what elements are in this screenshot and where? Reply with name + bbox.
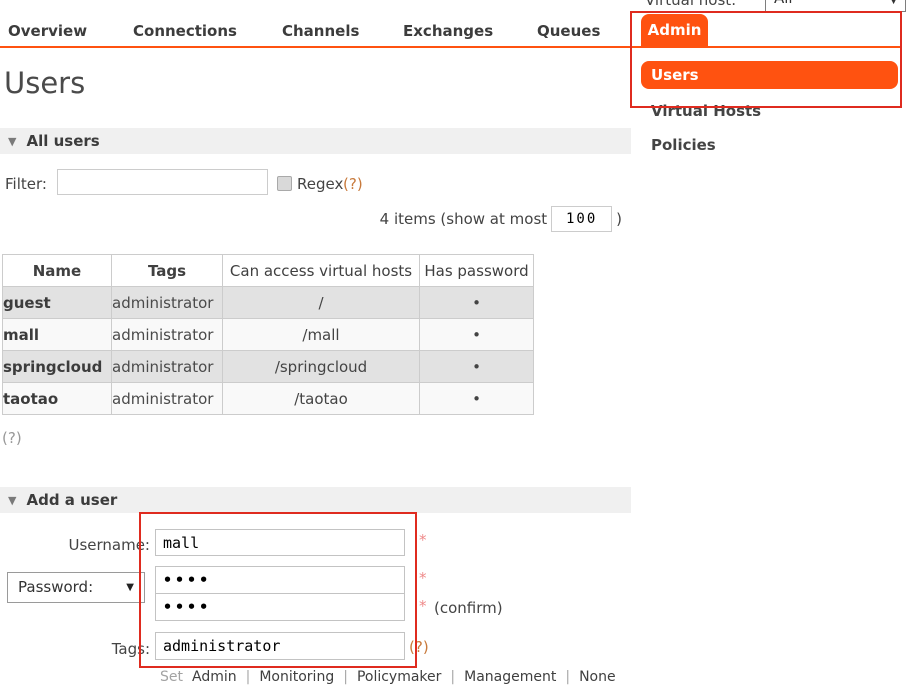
separator: |: [565, 669, 570, 685]
virtual-host-select[interactable]: All ▼: [765, 0, 906, 12]
user-has-password: •: [420, 319, 534, 351]
section-title: Add a user: [26, 491, 117, 509]
col-header-vhosts: Can access virtual hosts: [223, 255, 420, 287]
nav-tab-queues[interactable]: Queues: [537, 22, 600, 40]
tags-label: Tags:: [100, 640, 150, 658]
username-input[interactable]: [155, 529, 405, 556]
items-count-text: 4 items (show at most: [380, 210, 548, 228]
page-title: Users: [4, 66, 85, 100]
regex-help-link[interactable]: (?): [343, 175, 363, 193]
collapse-triangle-icon: ▼: [8, 494, 16, 507]
user-vhosts: /: [223, 287, 420, 319]
confirm-note: (confirm): [434, 599, 503, 617]
chevron-down-icon: ▼: [890, 0, 897, 6]
col-header-tags[interactable]: Tags: [112, 255, 223, 287]
table-help-link[interactable]: (?): [2, 429, 22, 447]
tag-link-management[interactable]: Management: [464, 669, 556, 685]
col-header-has-password: Has password: [420, 255, 534, 287]
nav-tab-connections[interactable]: Connections: [133, 22, 237, 40]
required-marker: *: [419, 569, 427, 587]
table-row: springcloud administrator /springcloud •: [3, 351, 534, 383]
separator: |: [246, 669, 251, 685]
tags-help-link[interactable]: (?): [409, 638, 429, 656]
tag-shortcuts-row: Set Admin | Monitoring | Policymaker | M…: [160, 669, 616, 685]
tag-link-monitoring[interactable]: Monitoring: [259, 669, 334, 685]
password-confirm-input[interactable]: [155, 593, 405, 621]
required-marker: *: [419, 531, 427, 549]
user-vhosts: /taotao: [223, 383, 420, 415]
nav-tab-channels[interactable]: Channels: [282, 22, 359, 40]
virtual-host-label: Virtual host:: [645, 0, 736, 9]
table-header-row: Name Tags Can access virtual hosts Has p…: [3, 255, 534, 287]
virtual-host-value: All: [774, 0, 793, 7]
user-name-link[interactable]: mall: [3, 319, 112, 351]
show-at-most-input[interactable]: [551, 206, 612, 232]
user-vhosts: /mall: [223, 319, 420, 351]
section-header-all-users[interactable]: ▼ All users: [0, 128, 631, 154]
user-tags: administrator: [112, 319, 223, 351]
filter-input[interactable]: [57, 169, 268, 195]
chevron-down-icon: ▼: [126, 582, 134, 593]
regex-checkbox[interactable]: [277, 176, 292, 191]
table-row: mall administrator /mall •: [3, 319, 534, 351]
table-row: guest administrator / •: [3, 287, 534, 319]
items-count-row: 4 items (show at most ): [300, 205, 622, 233]
user-tags: administrator: [112, 351, 223, 383]
user-tags: administrator: [112, 383, 223, 415]
password-mode-select[interactable]: Password: ▼: [7, 572, 145, 603]
section-title: All users: [26, 132, 99, 150]
user-vhosts: /springcloud: [223, 351, 420, 383]
password-input[interactable]: [155, 566, 405, 594]
username-label: Username:: [55, 536, 150, 554]
col-header-name[interactable]: Name: [3, 255, 112, 287]
collapse-triangle-icon: ▼: [8, 135, 16, 148]
user-has-password: •: [420, 287, 534, 319]
separator: |: [343, 669, 348, 685]
tags-input[interactable]: [155, 632, 405, 660]
nav-accent-underline: [0, 46, 902, 48]
tag-link-admin[interactable]: Admin: [192, 669, 237, 685]
nav-tab-overview[interactable]: Overview: [8, 22, 87, 40]
regex-label: Regex: [297, 175, 343, 193]
table-row: taotao administrator /taotao •: [3, 383, 534, 415]
filter-label: Filter:: [5, 175, 47, 193]
user-name-link[interactable]: guest: [3, 287, 112, 319]
separator: |: [450, 669, 455, 685]
sidebar-item-policies[interactable]: Policies: [651, 136, 716, 154]
sidebar-item-virtual-hosts[interactable]: Virtual Hosts: [651, 102, 761, 120]
password-mode-value: Password:: [18, 578, 93, 596]
user-has-password: •: [420, 383, 534, 415]
required-marker: *: [419, 597, 427, 615]
user-name-link[interactable]: taotao: [3, 383, 112, 415]
user-tags: administrator: [112, 287, 223, 319]
sidebar-item-users-selected[interactable]: Users: [641, 61, 898, 89]
user-name-link[interactable]: springcloud: [3, 351, 112, 383]
section-header-add-user[interactable]: ▼ Add a user: [0, 487, 631, 513]
tag-link-policymaker[interactable]: Policymaker: [357, 669, 441, 685]
nav-tab-admin-selected[interactable]: Admin: [641, 14, 708, 46]
items-count-close: ): [616, 210, 622, 228]
users-table: Name Tags Can access virtual hosts Has p…: [2, 254, 534, 415]
set-prefix: Set: [160, 669, 183, 685]
tag-link-none[interactable]: None: [579, 669, 616, 685]
user-has-password: •: [420, 351, 534, 383]
nav-tab-exchanges[interactable]: Exchanges: [403, 22, 493, 40]
